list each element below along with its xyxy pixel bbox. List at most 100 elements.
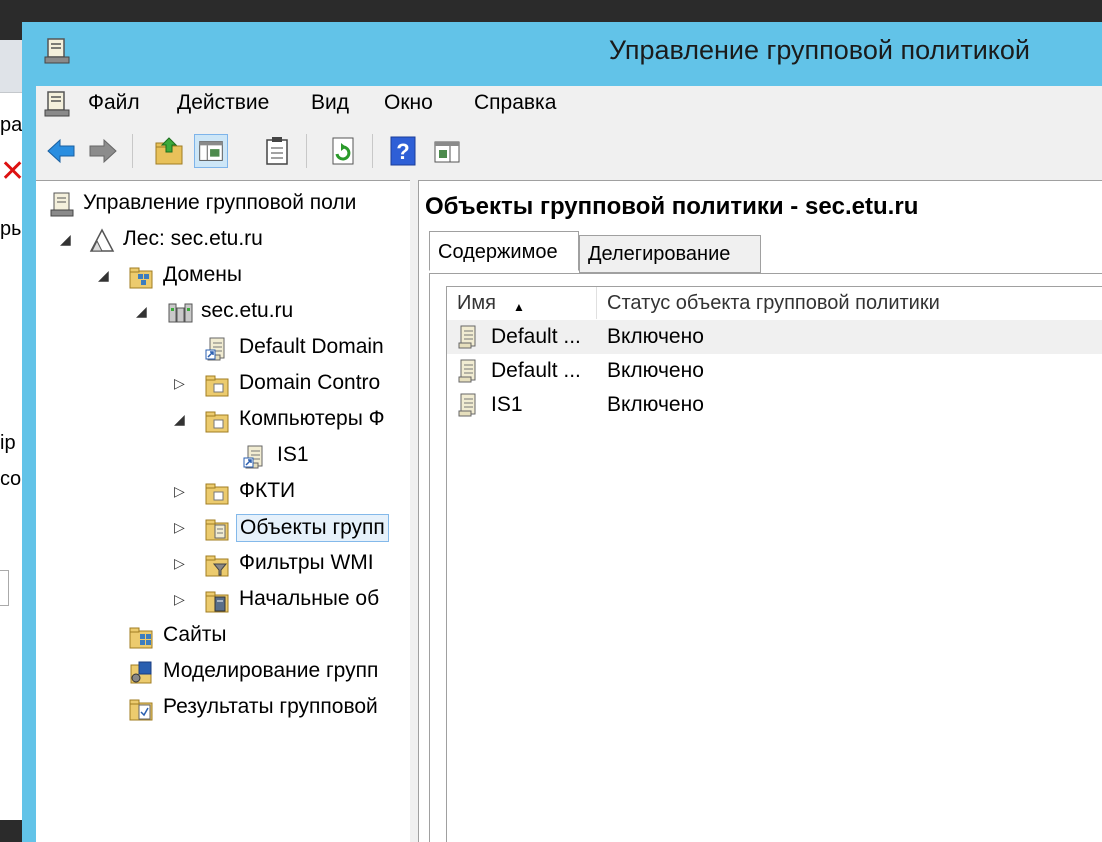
tree-item[interactable]: ▷ Фильтры WMI xyxy=(36,547,410,581)
column-header-name[interactable]: Имя ▲ xyxy=(447,287,597,319)
refresh-icon[interactable] xyxy=(326,134,360,168)
background-text-4: co xyxy=(0,468,22,490)
up-folder-icon[interactable] xyxy=(152,134,186,168)
tree-expander-icon[interactable]: ◢ xyxy=(174,411,186,427)
tree-item[interactable]: ▷ Объекты групп xyxy=(36,511,410,545)
modeling-icon xyxy=(128,659,156,687)
tree-item-label: Сайты xyxy=(163,623,227,646)
gpo-list-row[interactable]: Default ... Включено xyxy=(447,320,1102,354)
gpo-list-row[interactable]: Default ... Включено xyxy=(447,354,1102,388)
tree-item-label: Начальные об xyxy=(239,587,380,610)
toolbar-separator xyxy=(132,134,133,168)
gpo-link-icon xyxy=(242,443,270,471)
gpo-name: Default ... xyxy=(491,325,581,348)
ou-folder-icon xyxy=(204,407,232,435)
show-hide-action-pane-icon[interactable] xyxy=(430,134,464,168)
menu-help[interactable]: Справка xyxy=(474,91,556,115)
help-icon[interactable]: ? xyxy=(386,134,420,168)
tree-item[interactable]: IS1 xyxy=(36,439,410,473)
column-header-status[interactable]: Статус объекта групповой политики xyxy=(597,287,1102,319)
domains-folder-icon xyxy=(128,263,156,291)
tree-item[interactable]: ▷ Domain Contro xyxy=(36,367,410,401)
tab-contents[interactable]: Содержимое xyxy=(429,231,579,271)
tree-item-label: Моделирование групп xyxy=(163,659,379,682)
menu-action[interactable]: Действие xyxy=(177,91,269,115)
gpo-name: IS1 xyxy=(491,393,523,416)
details-title: Объекты групповой политики - sec.etu.ru xyxy=(425,193,919,220)
titlebar[interactable]: Управление групповой политикой xyxy=(22,22,1102,86)
gpo-folder-icon xyxy=(204,515,232,543)
tree-item[interactable]: ▷ ФКТИ xyxy=(36,475,410,509)
toolbar-separator xyxy=(372,134,373,168)
tree-item-label: Управление групповой поли xyxy=(83,191,357,214)
tree-item[interactable]: Сайты xyxy=(36,619,410,653)
tree-item[interactable]: ◢ sec.etu.ru xyxy=(36,295,410,329)
tree-item-label: Результаты групповой xyxy=(163,695,378,718)
gpo-status: Включено xyxy=(607,325,704,348)
tree-item-label: sec.etu.ru xyxy=(201,299,294,322)
tree-item[interactable]: ▷ Начальные об xyxy=(36,583,410,617)
tab-delegation[interactable]: Делегирование xyxy=(579,235,761,273)
tree-item-label: Domain Contro xyxy=(239,371,381,394)
tree-item[interactable]: Моделирование групп xyxy=(36,655,410,689)
gpo-list: Имя ▲ Статус объекта групповой политики … xyxy=(446,286,1102,842)
tree-item-label: IS1 xyxy=(277,443,309,466)
tree-item-label: Объекты групп xyxy=(236,514,389,542)
results-icon xyxy=(128,695,156,723)
mmc-menu-icon[interactable] xyxy=(42,89,72,119)
sites-icon xyxy=(128,623,156,651)
tree-expander-icon[interactable]: ▷ xyxy=(174,555,186,571)
background-text-3: ip xyxy=(0,432,16,454)
console-body: Управление групповой поли ◢ Лес: sec.etu.r… xyxy=(36,180,1102,842)
svg-text:?: ? xyxy=(396,139,409,164)
forward-arrow-icon[interactable] xyxy=(86,134,120,168)
sort-ascending-icon: ▲ xyxy=(513,300,525,314)
tree-item[interactable]: ◢ Домены xyxy=(36,259,410,293)
menubar: Файл Действие Вид Окно Справка xyxy=(36,86,1102,122)
tree-item[interactable]: ◢ Компьютеры Ф xyxy=(36,403,410,437)
background-input xyxy=(0,570,9,606)
tree-expander-icon[interactable]: ▷ xyxy=(174,519,186,535)
tree-item-label: Лес: sec.etu.ru xyxy=(123,227,263,250)
menu-window[interactable]: Окно xyxy=(384,91,433,115)
tree-item[interactable]: Default Domain xyxy=(36,331,410,365)
tree-expander-icon[interactable]: ▷ xyxy=(174,375,186,391)
ou-folder-icon xyxy=(204,479,232,507)
gpo-name: Default ... xyxy=(491,359,581,382)
column-header-name-label: Имя xyxy=(457,292,496,314)
gpmc-icon xyxy=(48,191,76,219)
tree-expander-icon[interactable]: ◢ xyxy=(60,231,72,247)
gpo-icon xyxy=(455,391,483,419)
tree-item-label: ФКТИ xyxy=(239,479,296,502)
clipboard-icon[interactable] xyxy=(260,134,294,168)
tree-expander-icon[interactable]: ◢ xyxy=(136,303,148,319)
gpo-status: Включено xyxy=(607,393,704,416)
gpo-list-row[interactable]: IS1 Включено xyxy=(447,388,1102,422)
tab-panel: Имя ▲ Статус объекта групповой политики … xyxy=(429,273,1102,842)
show-hide-tree-icon[interactable] xyxy=(194,134,228,168)
tree-item[interactable]: Управление групповой поли xyxy=(36,187,410,221)
forest-icon xyxy=(88,227,116,255)
back-arrow-icon[interactable] xyxy=(44,134,78,168)
gpo-status: Включено xyxy=(607,359,704,382)
starter-gpo-folder-icon xyxy=(204,587,232,615)
tree-expander-icon[interactable]: ◢ xyxy=(98,267,110,283)
tree-item-label: Default Domain xyxy=(239,335,384,358)
tree-item[interactable]: ◢ Лес: sec.etu.ru xyxy=(36,223,410,257)
window-title: Управление групповой политикой xyxy=(608,35,1030,65)
tree-item-label: Фильтры WMI xyxy=(239,551,374,574)
ou-folder-icon xyxy=(204,371,232,399)
toolbar-separator xyxy=(306,134,307,168)
menu-view[interactable]: Вид xyxy=(311,91,349,115)
tree-expander-icon[interactable]: ▷ xyxy=(174,483,186,499)
gpo-icon xyxy=(455,357,483,385)
gpo-icon xyxy=(455,323,483,351)
tree-expander-icon[interactable]: ▷ xyxy=(174,591,186,607)
pane-splitter[interactable] xyxy=(410,180,418,842)
domain-icon xyxy=(166,299,194,327)
menu-file[interactable]: Файл xyxy=(88,91,140,115)
tree-item[interactable]: Результаты групповой xyxy=(36,691,410,725)
background-text-1: ра xyxy=(0,114,23,136)
wmi-filter-folder-icon xyxy=(204,551,232,579)
gpo-link-icon xyxy=(204,335,232,363)
